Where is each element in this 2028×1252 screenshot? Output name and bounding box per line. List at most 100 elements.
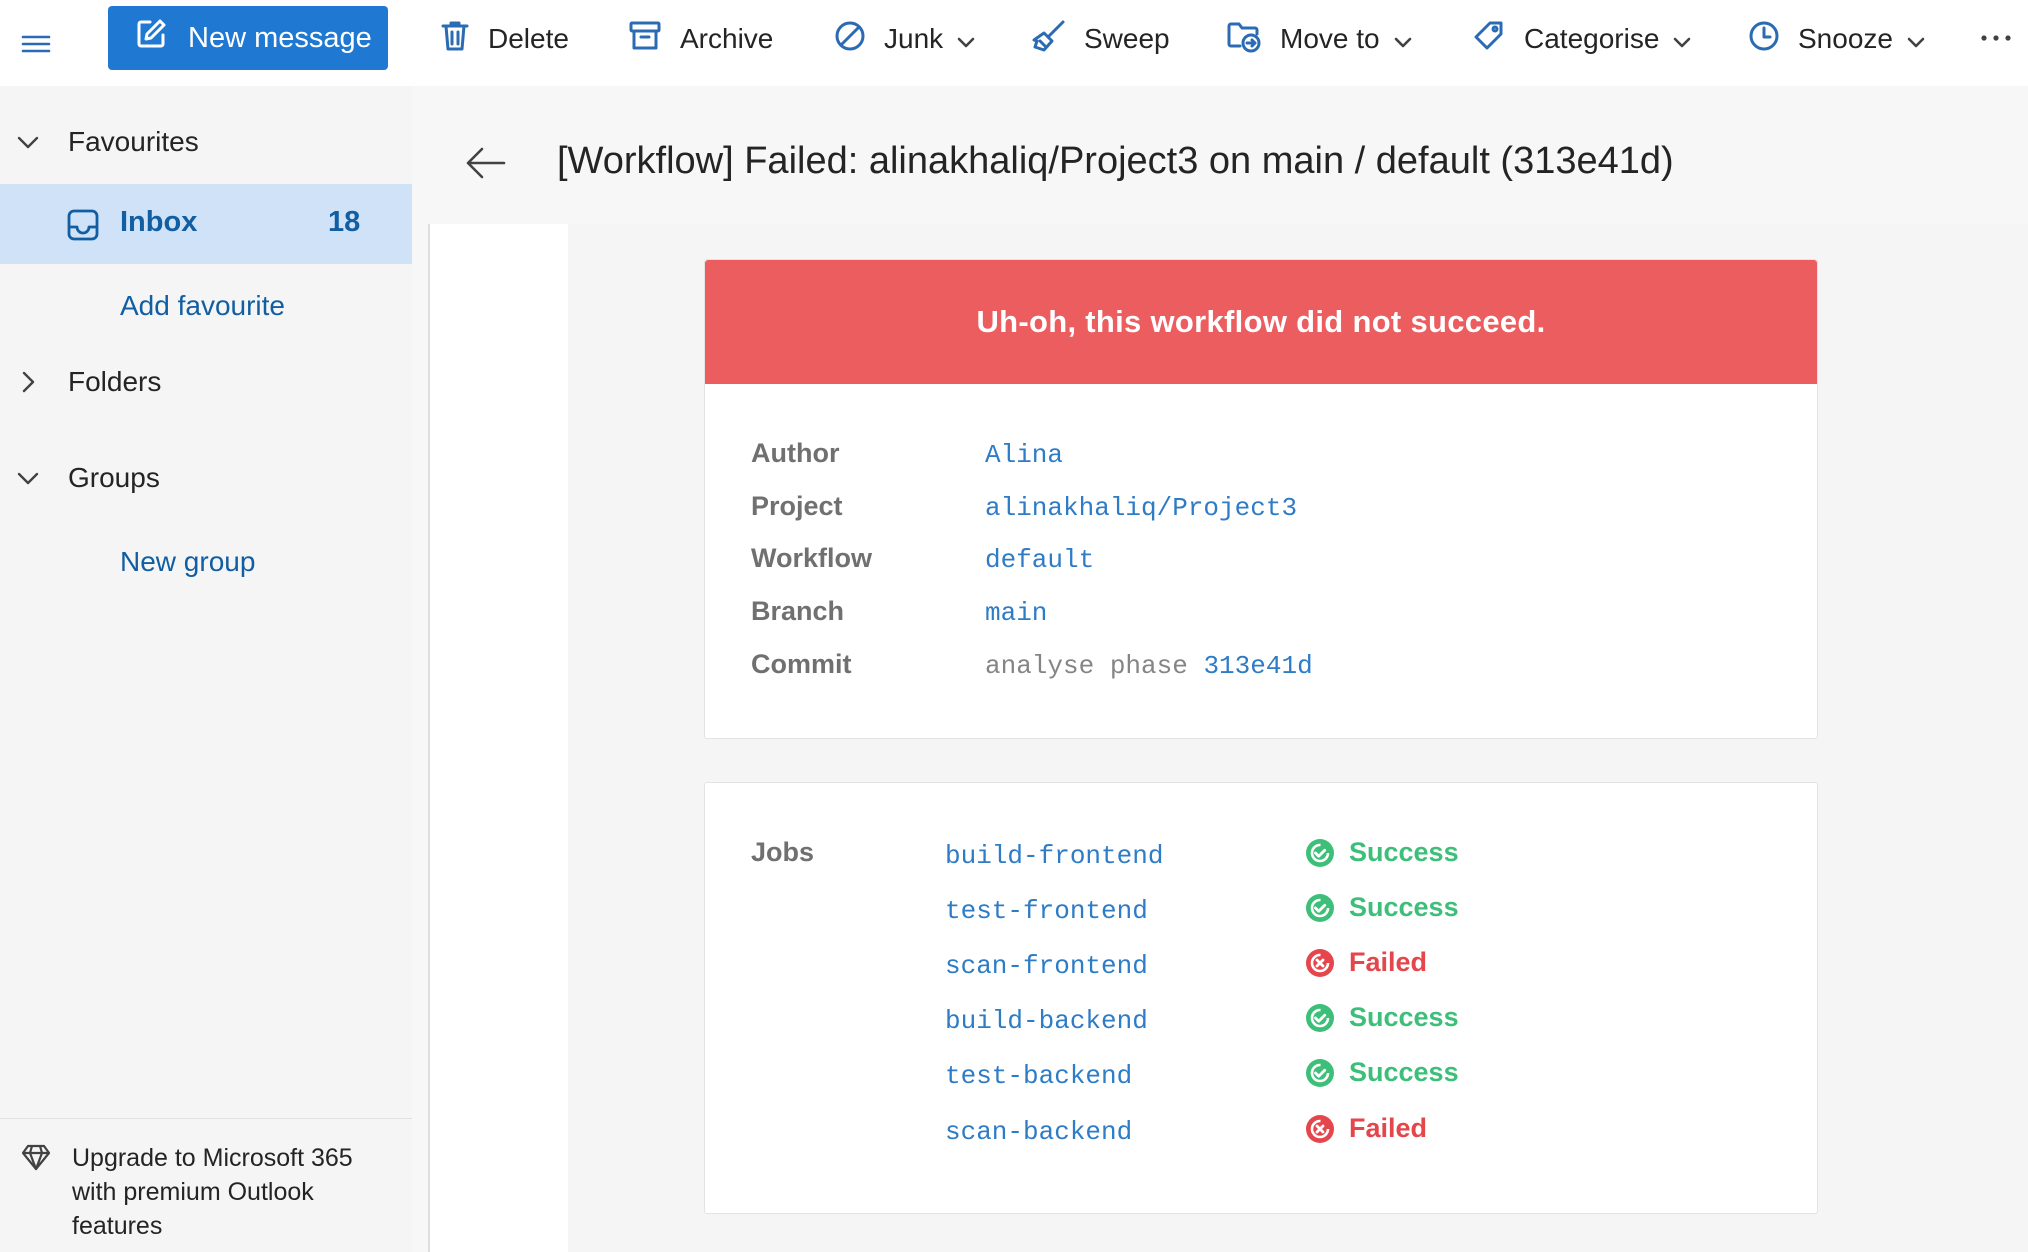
failed-x-icon (1305, 948, 1335, 978)
author-link[interactable]: Alina (985, 440, 1063, 470)
back-arrow-icon[interactable] (462, 140, 508, 186)
chevron-down-icon (14, 464, 42, 492)
junk-button[interactable]: Junk (834, 12, 975, 66)
folders-label: Folders (68, 366, 162, 397)
message-body: Uh-oh, this workflow did not succeed. Au… (428, 224, 2028, 1252)
success-check-icon (1305, 1058, 1335, 1088)
job-name-link[interactable]: build-frontend (945, 841, 1163, 871)
sweep-button[interactable]: Sweep (1032, 12, 1170, 66)
chevron-down-icon (1394, 23, 1412, 55)
workflow-label: Workflow (751, 543, 872, 573)
upgrade-banner[interactable]: Upgrade to Microsoft 365 with premium Ou… (0, 1118, 412, 1252)
groups-header[interactable]: Groups (0, 446, 412, 510)
clock-icon (1748, 20, 1780, 59)
workflow-link[interactable]: default (985, 545, 1094, 575)
job-status-success: Success (1305, 1002, 1459, 1033)
success-check-icon (1305, 838, 1335, 868)
sidebar-item-inbox[interactable]: Inbox 18 (0, 184, 412, 264)
trash-icon (440, 19, 470, 60)
move-to-label: Move to (1280, 23, 1380, 54)
inbox-icon (66, 208, 100, 242)
sweep-label: Sweep (1084, 23, 1170, 54)
favourites-header[interactable]: Favourites (0, 110, 412, 174)
job-name-link[interactable]: test-frontend (945, 896, 1148, 926)
delete-button[interactable]: Delete (440, 12, 569, 66)
chevron-down-icon (1673, 23, 1691, 55)
job-status-label: Failed (1349, 1113, 1428, 1143)
job-name-link[interactable]: scan-backend (945, 1117, 1132, 1147)
snooze-label: Snooze (1798, 23, 1893, 54)
success-check-icon (1305, 893, 1335, 923)
email-content: Uh-oh, this workflow did not succeed. Au… (568, 224, 2028, 1252)
author-label: Author (751, 438, 840, 468)
compose-icon (134, 17, 168, 59)
jobs-label: Jobs (751, 837, 815, 867)
inbox-label: Inbox (120, 206, 198, 238)
favourites-label: Favourites (68, 126, 199, 157)
tag-icon (1472, 19, 1506, 60)
categorise-label: Categorise (1524, 23, 1660, 54)
junk-label: Junk (884, 23, 944, 54)
archive-label: Archive (680, 23, 774, 54)
job-name-link[interactable]: scan-frontend (945, 951, 1148, 981)
job-status-failed: Failed (1305, 1113, 1427, 1144)
folder-pane: Favourites Inbox 18 Add favourite Folder… (0, 86, 412, 1252)
chevron-down-icon (14, 128, 42, 156)
job-row: build-backend Success (945, 1000, 1645, 1044)
folder-move-icon (1226, 19, 1262, 60)
categorise-button[interactable]: Categorise (1472, 12, 1691, 66)
more-icon[interactable] (1976, 16, 2016, 60)
job-row: scan-backend Failed (945, 1111, 1645, 1155)
chevron-down-icon (1907, 23, 1925, 55)
job-status-label: Success (1349, 837, 1459, 867)
unread-count-badge: 18 (328, 206, 361, 238)
job-status-label: Failed (1349, 947, 1428, 977)
job-row: test-backend Success (945, 1055, 1645, 1099)
command-bar: New message Delete Archive Junk Sweep Mo… (0, 0, 2028, 86)
delete-label: Delete (488, 23, 569, 54)
snooze-button[interactable]: Snooze (1748, 12, 1925, 66)
add-favourite-link[interactable]: Add favourite (120, 290, 285, 322)
job-status-label: Success (1349, 892, 1459, 922)
chevron-right-icon (14, 368, 42, 396)
chevron-down-icon (957, 23, 975, 55)
upgrade-text: Upgrade to Microsoft 365 with premium Ou… (72, 1144, 353, 1240)
hamburger-icon[interactable] (18, 26, 54, 62)
move-to-button[interactable]: Move to (1226, 12, 1412, 66)
success-check-icon (1305, 1003, 1335, 1033)
project-link[interactable]: alinakhaliq/Project3 (985, 493, 1297, 523)
archive-icon (628, 20, 662, 59)
job-status-success: Success (1305, 837, 1459, 868)
groups-label: Groups (68, 462, 160, 493)
job-status-failed: Failed (1305, 947, 1427, 978)
job-status-label: Success (1349, 1057, 1459, 1087)
job-name-link[interactable]: test-backend (945, 1061, 1132, 1091)
block-icon (834, 20, 866, 59)
diamond-icon (20, 1141, 52, 1173)
message-subject: [Workflow] Failed: alinakhaliq/Project3 … (557, 140, 1674, 182)
archive-button[interactable]: Archive (628, 12, 773, 66)
new-message-label: New message (188, 21, 372, 54)
commit-value: analyse phase 313e41d (985, 651, 1313, 681)
folders-header[interactable]: Folders (0, 350, 412, 414)
project-label: Project (751, 491, 843, 521)
branch-label: Branch (751, 596, 845, 626)
failed-x-icon (1305, 1114, 1335, 1144)
workflow-summary-card: Uh-oh, this workflow did not succeed. Au… (704, 259, 1818, 739)
job-status-success: Success (1305, 1057, 1459, 1088)
commit-message: analyse phase (985, 651, 1188, 681)
job-row: scan-frontend Failed (945, 945, 1645, 989)
commit-label: Commit (751, 649, 852, 679)
new-message-button[interactable]: New message (108, 6, 388, 70)
new-group-link[interactable]: New group (120, 546, 255, 578)
job-status-success: Success (1305, 892, 1459, 923)
jobs-card: Jobs build-frontend Success test-frontend S… (704, 782, 1818, 1214)
job-row: build-frontend Success (945, 835, 1645, 879)
failure-banner: Uh-oh, this workflow did not succeed. (705, 260, 1817, 384)
branch-link[interactable]: main (985, 598, 1047, 628)
commit-hash-link[interactable]: 313e41d (1203, 651, 1312, 681)
job-name-link[interactable]: build-backend (945, 1006, 1148, 1036)
reading-pane: [Workflow] Failed: alinakhaliq/Project3 … (412, 86, 2028, 1252)
job-status-label: Success (1349, 1002, 1459, 1032)
broom-icon (1032, 19, 1066, 60)
